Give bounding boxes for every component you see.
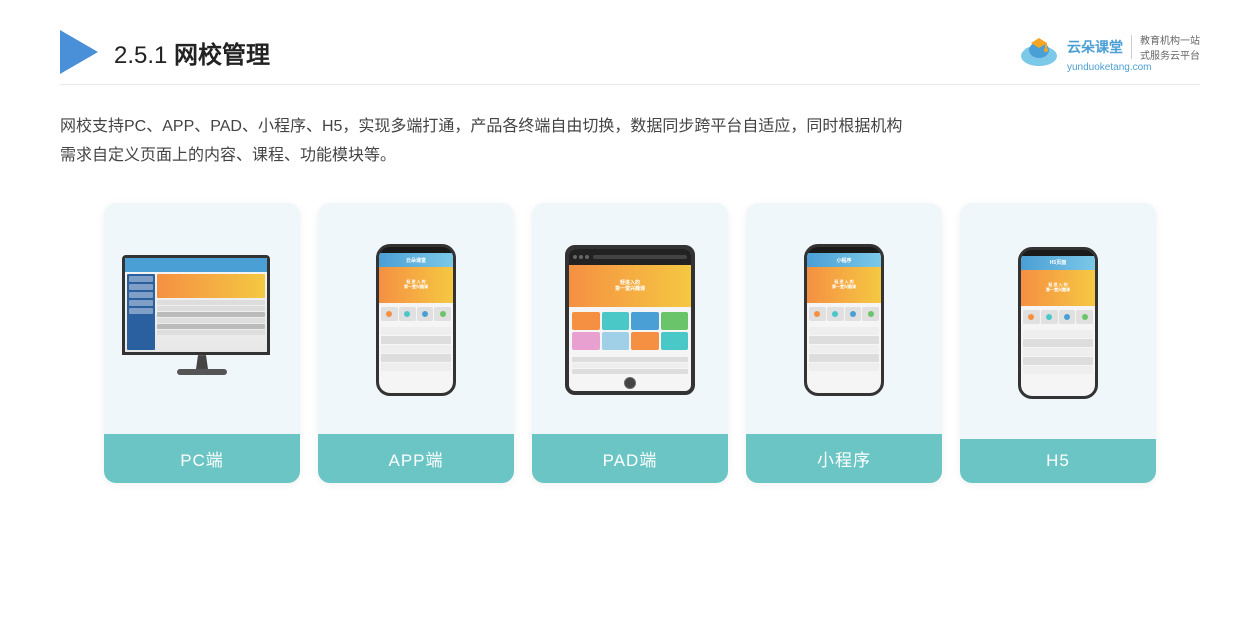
page-wrapper: 2.5.1 网校管理 云朵课堂 (0, 0, 1260, 630)
brand-name-en: yunduoketang.com (1067, 62, 1152, 73)
header-left: 2.5.1 网校管理 (60, 30, 270, 74)
card-pad-label: PAD端 (532, 434, 728, 483)
header-right: 云朵课堂 教育机构一站 式服务云平台 yunduoketang.com (1017, 32, 1200, 73)
brand-divider (1131, 35, 1132, 59)
card-miniprogram: 小程序 轻 进 入 的第一堂兴趣课 (746, 203, 942, 483)
brand-slogan-2: 式服务云平台 (1140, 47, 1200, 62)
card-h5: H5页面 轻 进 入 的第一堂兴趣课 (960, 203, 1156, 483)
monitor-banner (157, 274, 265, 298)
monitor-content (125, 272, 267, 352)
card-app-image: 云朵课堂 轻 进 入 的第一堂兴趣课 (318, 203, 514, 434)
card-h5-label: H5 (960, 439, 1156, 483)
monitor-mockup (122, 255, 282, 385)
monitor-base (177, 369, 227, 375)
logo-triangle-icon (60, 30, 98, 74)
description-line1: 网校支持PC、APP、PAD、小程序、H5，实现多端打通，产品各终端自由切换，数… (60, 113, 1200, 142)
cards-container: PC端 云朵课堂 轻 进 入 的第一堂兴趣课 (60, 203, 1200, 483)
description-text: 网校支持PC、APP、PAD、小程序、H5，实现多端打通，产品各终端自由切换，数… (60, 113, 1200, 171)
monitor-sidebar (127, 274, 155, 350)
monitor-screen (122, 255, 270, 355)
phone-mockup-h5: H5页面 轻 进 入 的第一堂兴趣课 (1018, 247, 1098, 399)
phone-screen-h5: H5页面 轻 进 入 的第一堂兴趣课 (1021, 256, 1095, 396)
phone-mockup-miniprogram: 小程序 轻 进 入 的第一堂兴趣课 (804, 244, 884, 396)
brand-name-cn: 云朵课堂 (1067, 37, 1123, 57)
phone-notch (402, 247, 430, 253)
description-line2: 需求自定义页面上的内容、课程、功能模块等。 (60, 142, 1200, 171)
title-bold: 网校管理 (174, 42, 270, 69)
pad-home-button (624, 377, 636, 389)
card-pad: 轻进入的第一堂兴趣课 (532, 203, 728, 483)
pad-mockup: 轻进入的第一堂兴趣课 (565, 245, 695, 395)
phone-notch-mini (830, 247, 858, 253)
card-app-label: APP端 (318, 434, 514, 483)
card-pc-label: PC端 (104, 434, 300, 483)
phone-screen: 云朵课堂 轻 进 入 的第一堂兴趣课 (379, 253, 453, 393)
card-app: 云朵课堂 轻 进 入 的第一堂兴趣课 (318, 203, 514, 483)
brand-text-group: 云朵课堂 教育机构一站 式服务云平台 yunduoketang.com (1067, 32, 1200, 73)
card-miniprogram-image: 小程序 轻 进 入 的第一堂兴趣课 (746, 203, 942, 434)
brand-slogan-1: 教育机构一站 (1140, 32, 1200, 47)
monitor-stand (192, 355, 212, 369)
card-pc: PC端 (104, 203, 300, 483)
page-title: 2.5.1 网校管理 (114, 35, 270, 70)
brand-logo: 云朵课堂 教育机构一站 式服务云平台 yunduoketang.com (1017, 32, 1200, 73)
monitor-bar (125, 258, 267, 272)
card-h5-image: H5页面 轻 进 入 的第一堂兴趣课 (960, 203, 1156, 439)
card-pad-image: 轻进入的第一堂兴趣课 (532, 203, 728, 434)
phone-screen-mini: 小程序 轻 进 入 的第一堂兴趣课 (807, 253, 881, 393)
card-miniprogram-label: 小程序 (746, 434, 942, 483)
header: 2.5.1 网校管理 云朵课堂 (60, 30, 1200, 85)
phone-mockup-app: 云朵课堂 轻 进 入 的第一堂兴趣课 (376, 244, 456, 396)
brand-icon-svg (1017, 34, 1061, 70)
phone-notch-h5 (1044, 250, 1072, 256)
card-pc-image (104, 203, 300, 434)
